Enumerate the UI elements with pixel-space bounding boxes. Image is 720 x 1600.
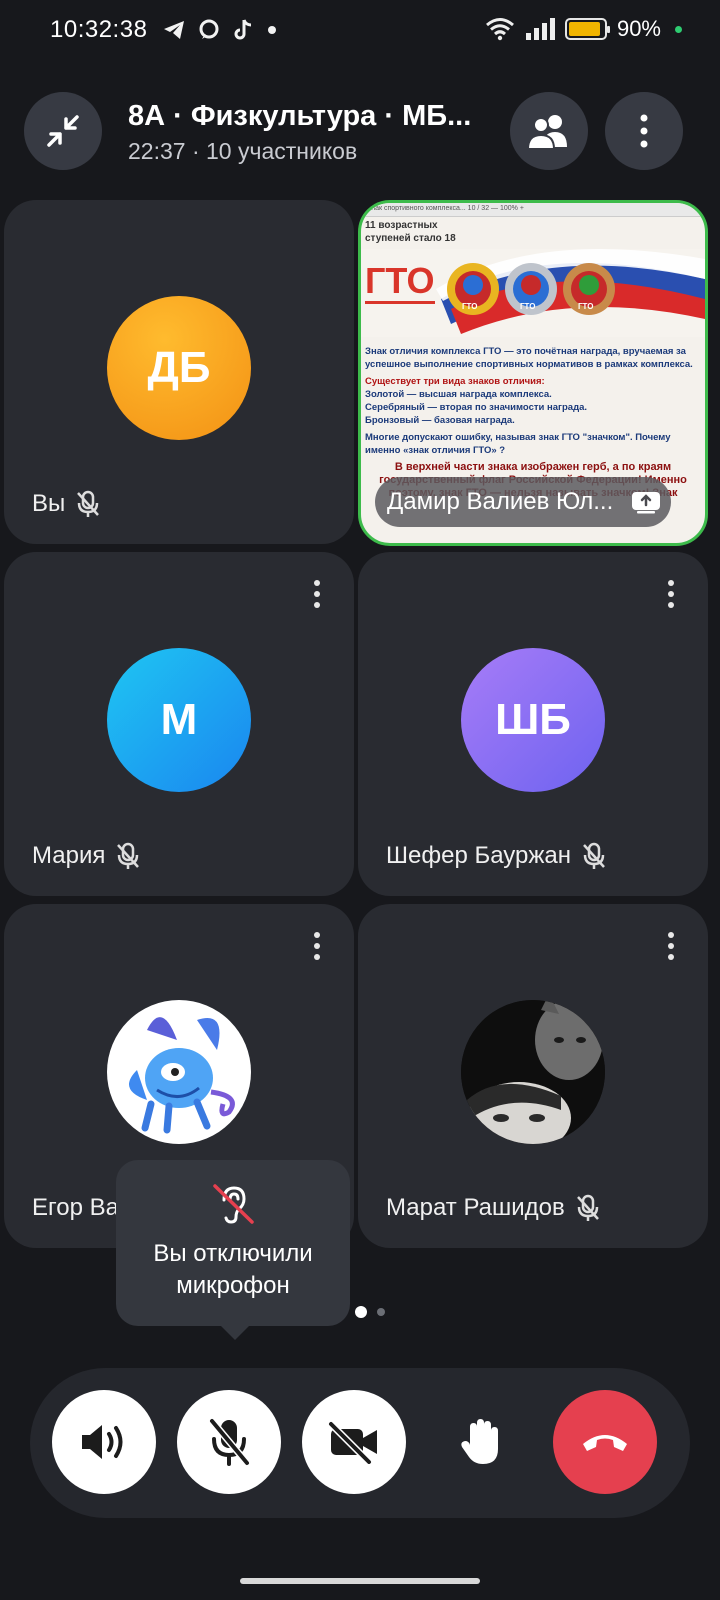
participant-tile[interactable]: ШБ Шефер Бауржан [358,552,708,896]
speaker-icon [82,1425,123,1459]
avatar-photo [461,1000,605,1144]
call-header: 8А · Физкультура · МБ... 22:37 · 10 учас… [0,92,720,172]
slide-list-item: Золотой — высшая награда комплекса. [365,389,552,400]
toast-line-2: микрофон [176,1272,290,1299]
toast-line-1: Вы отключили [153,1240,313,1267]
notification-icons [162,18,278,42]
mic-off-icon [77,490,100,517]
participant-tile[interactable]: М Мария [4,552,354,896]
participant-tile[interactable]: Марат Рашидов [358,904,708,1248]
wifi-icon [485,18,514,41]
slide-toolbar: Знак спортивного комплекса... 10 / 32 — … [361,203,705,217]
participant-name-label: Шефер Бауржан [386,842,572,869]
home-indicator[interactable] [240,1578,480,1584]
system-icons: 90% [485,16,682,42]
camera-toggle-button[interactable] [302,1390,406,1494]
more-options-button[interactable] [605,92,683,170]
participant-name: Мария [32,842,141,870]
participants-button[interactable] [510,92,588,170]
status-time: 10:32:38 [50,16,148,43]
tile-menu-button[interactable] [302,926,332,966]
participant-name-label: Мария [32,842,106,869]
slide-heading-line2: ступеней стало 18 [365,233,456,244]
mic-off-icon [583,842,605,869]
tile-menu-button[interactable] [656,574,686,614]
tile-menu-button[interactable] [656,926,686,966]
privacy-indicator-dot [675,25,682,33]
call-subtitle: 22:37 · 10 участников [128,138,358,164]
dot-icon [268,26,276,34]
page-indicator [355,1306,385,1318]
page-dot[interactable] [377,1308,385,1316]
badge-silver-label: ГТО [520,302,535,311]
participant-name-label: Марат Рашидов [386,1194,565,1221]
battery-percent: 90% [616,16,661,41]
more-vertical-icon [640,114,648,148]
avatar-initials: М [160,695,198,744]
mic-off-icon [576,1194,599,1221]
hang-up-icon [583,1435,627,1451]
telegram-icon [164,21,184,39]
participant-name: Шефер Бауржан [386,842,607,870]
avatar: М [107,648,251,792]
camera-off-icon [328,1421,377,1464]
hearing-off-icon [213,1184,254,1224]
tiktok-icon [234,19,252,40]
badge-bronze-label: ГТО [578,302,593,311]
minimize-button[interactable] [24,92,102,170]
avatar-initials: ШБ [495,695,571,744]
minimize-icon [47,115,79,147]
call-title: 8А · Физкультура · МБ... [128,100,472,132]
participant-tile-self[interactable]: ДБ Вы [4,200,354,544]
participant-name-pill: Дамир Валиев Юл... [375,477,671,527]
avatar-initials: ДБ [147,343,211,392]
page-dot-active [355,1306,367,1318]
speaker-button[interactable] [52,1390,156,1494]
slide-paragraph: Знак отличия комплекса ГТО — это почётна… [365,346,693,370]
badge-gold-label: ГТО [462,302,477,311]
slide-list-title: Существует три вида знаков отличия: [365,376,545,387]
mic-muted-toast: Вы отключили микрофон [116,1160,350,1340]
mic-off-icon [209,1418,250,1466]
avatar: ДБ [107,296,251,440]
hang-up-button[interactable] [553,1390,657,1494]
gto-badges-banner: ГТО ГТО ГТО ГТО [361,249,705,337]
slide-list-item: Бронзовый — базовая награда. [365,415,515,426]
battery-icon [564,18,610,40]
toast-message: Вы отключили микрофон [153,1238,312,1302]
status-bar: 10:32:38 90% [0,0,720,64]
slide-heading-line1: 11 возрастных [365,220,438,231]
tile-menu-button[interactable] [302,574,332,614]
raise-hand-button[interactable] [428,1390,532,1494]
avatar: ШБ [461,648,605,792]
microphone-toggle-button[interactable] [177,1390,281,1494]
participant-name: Вы [32,490,101,518]
participant-tile-screen-share[interactable]: Знак спортивного комплекса... 10 / 32 — … [358,200,708,546]
raise-hand-icon [461,1419,498,1464]
signal-icon [525,18,555,40]
chat-bubble-icon [199,19,219,39]
participant-name-label: Вы [32,490,66,517]
screen-share-icon [632,492,660,514]
mic-off-icon [117,842,140,869]
avatar-picture [107,1000,251,1144]
svg-text:ГТО: ГТО [365,260,435,301]
call-controls [30,1368,690,1518]
participant-name: Марат Рашидов [386,1194,601,1222]
slide-list-item: Серебряный — вторая по значимости наград… [365,402,588,413]
participants-icon [526,115,567,150]
participant-name-label: Дамир Валиев Юл... [387,488,614,515]
slide-paragraph: Многие допускают ошибку, называя знак ГТ… [365,432,671,456]
slide-heading: 11 возрастных ступеней стало 18 [365,219,456,245]
